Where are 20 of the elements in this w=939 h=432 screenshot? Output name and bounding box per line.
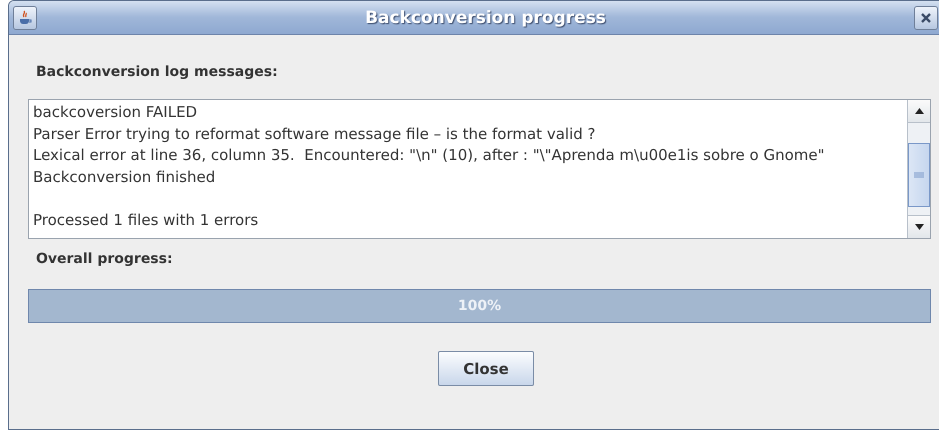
log-line: Parser Error trying to reformat software message file – is the format valid ? [33, 124, 596, 145]
scroll-thumb[interactable] [908, 143, 930, 207]
log-line: Lexical error at line 36, column 35. Encountered: "\n" (10), after : "\"Aprenda m\u00e1is sobre o Gnome" [33, 145, 826, 166]
window-title: Backconversion progress [364, 8, 607, 28]
down-arrow-icon[interactable] [914, 224, 924, 230]
log-text-area[interactable] [28, 99, 931, 239]
grip-icon [914, 172, 924, 178]
log-line: backcoversion FAILED [33, 102, 198, 123]
cup-icon [17, 10, 33, 26]
close-button[interactable] [914, 6, 938, 30]
log-line: Processed 1 files with 1 errors [33, 210, 260, 231]
close-dialog-button[interactable]: Close [438, 351, 534, 386]
close-icon [920, 12, 932, 24]
up-arrow-icon[interactable] [914, 108, 924, 114]
progress-label: Overall progress: [35, 251, 174, 267]
progress-reading: 100% [456, 298, 502, 314]
log-label: Backconversion log messages: [35, 64, 279, 80]
scroll-bar[interactable] [907, 100, 930, 238]
app-menu-button[interactable] [13, 6, 37, 30]
log-line: Backconversion finished [33, 166, 216, 188]
